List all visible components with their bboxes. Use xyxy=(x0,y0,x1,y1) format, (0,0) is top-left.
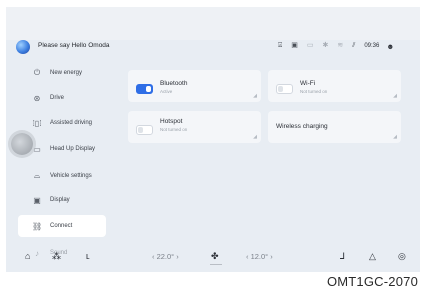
lane-icon: ⁞▯⁞ xyxy=(32,118,42,128)
card-title: Bluetooth xyxy=(160,80,188,87)
sidebar-item-drive[interactable]: ⊛ Drive xyxy=(18,87,106,109)
left-temperature[interactable]: ‹ 22.0° › xyxy=(152,251,179,263)
user-icon[interactable]: ☻ xyxy=(386,42,394,51)
bluetooth-icon: ✱ xyxy=(322,42,329,49)
screen-top-band xyxy=(6,7,420,40)
top-margin xyxy=(0,0,426,7)
sidebar-item-label: Connect xyxy=(50,223,73,229)
assistant-prompt: Please say Hello Omoda xyxy=(38,42,110,49)
card-subtitle: Active xyxy=(160,89,173,94)
status-icons: ⍓ ▣ ▭ ✱ ≋ ⫽ 09:36 ☻ xyxy=(278,41,394,51)
wifi-toggle[interactable] xyxy=(276,84,293,94)
car-icon: ⌓ xyxy=(33,171,41,180)
hotspot-card[interactable]: Hotspot Not turned on ◢ xyxy=(128,111,261,143)
bluetooth-card[interactable]: Bluetooth Active ◢ xyxy=(128,70,261,102)
sidebar-item-vehicle-settings[interactable]: ⌓ Vehicle settings xyxy=(18,165,106,187)
sidebar-item-connect[interactable]: ⛓ Connect xyxy=(18,215,106,237)
a-icon: ⍓ xyxy=(278,42,283,49)
status-time: 09:36 xyxy=(364,43,380,49)
floating-assist-ball[interactable] xyxy=(11,133,33,155)
sidebar-item-label: Display xyxy=(50,197,70,203)
sidebar-item-label: Assisted driving xyxy=(50,120,93,126)
card-subtitle: Not turned on xyxy=(160,127,188,132)
sidebar-item-label: Head Up Display xyxy=(50,146,96,152)
toggle-knob xyxy=(138,127,143,133)
steering-wheel-icon[interactable]: ◎ xyxy=(398,250,406,262)
seat-left-icon[interactable]: ʟ xyxy=(86,250,90,262)
expand-corner-icon: ◢ xyxy=(393,93,397,99)
card-title: Wireless charging xyxy=(276,123,328,130)
battery-icon: ▭ xyxy=(306,42,314,49)
seat-right-icon[interactable]: ⅃ xyxy=(340,250,345,262)
sidebar-item-label: New energy xyxy=(50,70,83,76)
steering-icon: ⊛ xyxy=(33,93,41,103)
energy-icon: ⏻ xyxy=(33,68,41,77)
hud-icon: ▭ xyxy=(33,144,41,154)
sidebar-item-display[interactable]: ▣ Display xyxy=(18,189,106,211)
sidebar-item-label: Drive xyxy=(50,95,65,101)
right-temperature[interactable]: ‹ 12.0° › xyxy=(246,251,273,263)
figure-code: OMT1GC-2070 xyxy=(326,274,418,289)
signal-icon: ⫽ xyxy=(352,42,356,49)
bottom-dock: ⌂ ⁂ ʟ ‹ 22.0° › ✤ ‹ 12.0° › ⅃ △ ◎ xyxy=(0,250,414,265)
display-icon: ▣ xyxy=(33,195,41,205)
sidebar-item-label: Vehicle settings xyxy=(50,173,92,179)
toggle-knob xyxy=(146,86,151,92)
hotspot-toggle[interactable] xyxy=(136,125,153,135)
fan-level-indicator xyxy=(210,264,222,265)
card-title: Hotspot xyxy=(160,118,183,125)
sidebar-item-new-energy[interactable]: ⏻ New energy xyxy=(18,62,106,84)
toggle-knob xyxy=(278,86,283,92)
home-icon[interactable]: ⌂ xyxy=(25,250,30,262)
wireless-charging-card[interactable]: Wireless charging ◢ xyxy=(268,111,401,143)
card-subtitle: Not turned on xyxy=(300,89,328,94)
bluetooth-toggle[interactable] xyxy=(136,84,153,94)
fan-icon[interactable]: ✤ xyxy=(211,250,219,262)
sidebar-item-assisted-driving[interactable]: ⁞▯⁞ Assisted driving xyxy=(18,112,106,134)
wifi-card[interactable]: Wi-Fi Not turned on ◢ xyxy=(268,70,401,102)
voice-assistant-icon[interactable] xyxy=(16,40,30,54)
card-title: Wi-Fi xyxy=(300,80,316,87)
warning-icon[interactable]: △ xyxy=(369,250,376,262)
apps-icon[interactable]: ⁂ xyxy=(52,250,61,262)
expand-corner-icon: ◢ xyxy=(253,93,257,99)
message-icon: ▣ xyxy=(291,42,298,49)
wifi-icon: ≋ xyxy=(337,42,344,49)
expand-corner-icon: ◢ xyxy=(253,134,257,140)
expand-corner-icon: ◢ xyxy=(393,134,397,140)
link-icon: ⛓ xyxy=(32,221,43,231)
